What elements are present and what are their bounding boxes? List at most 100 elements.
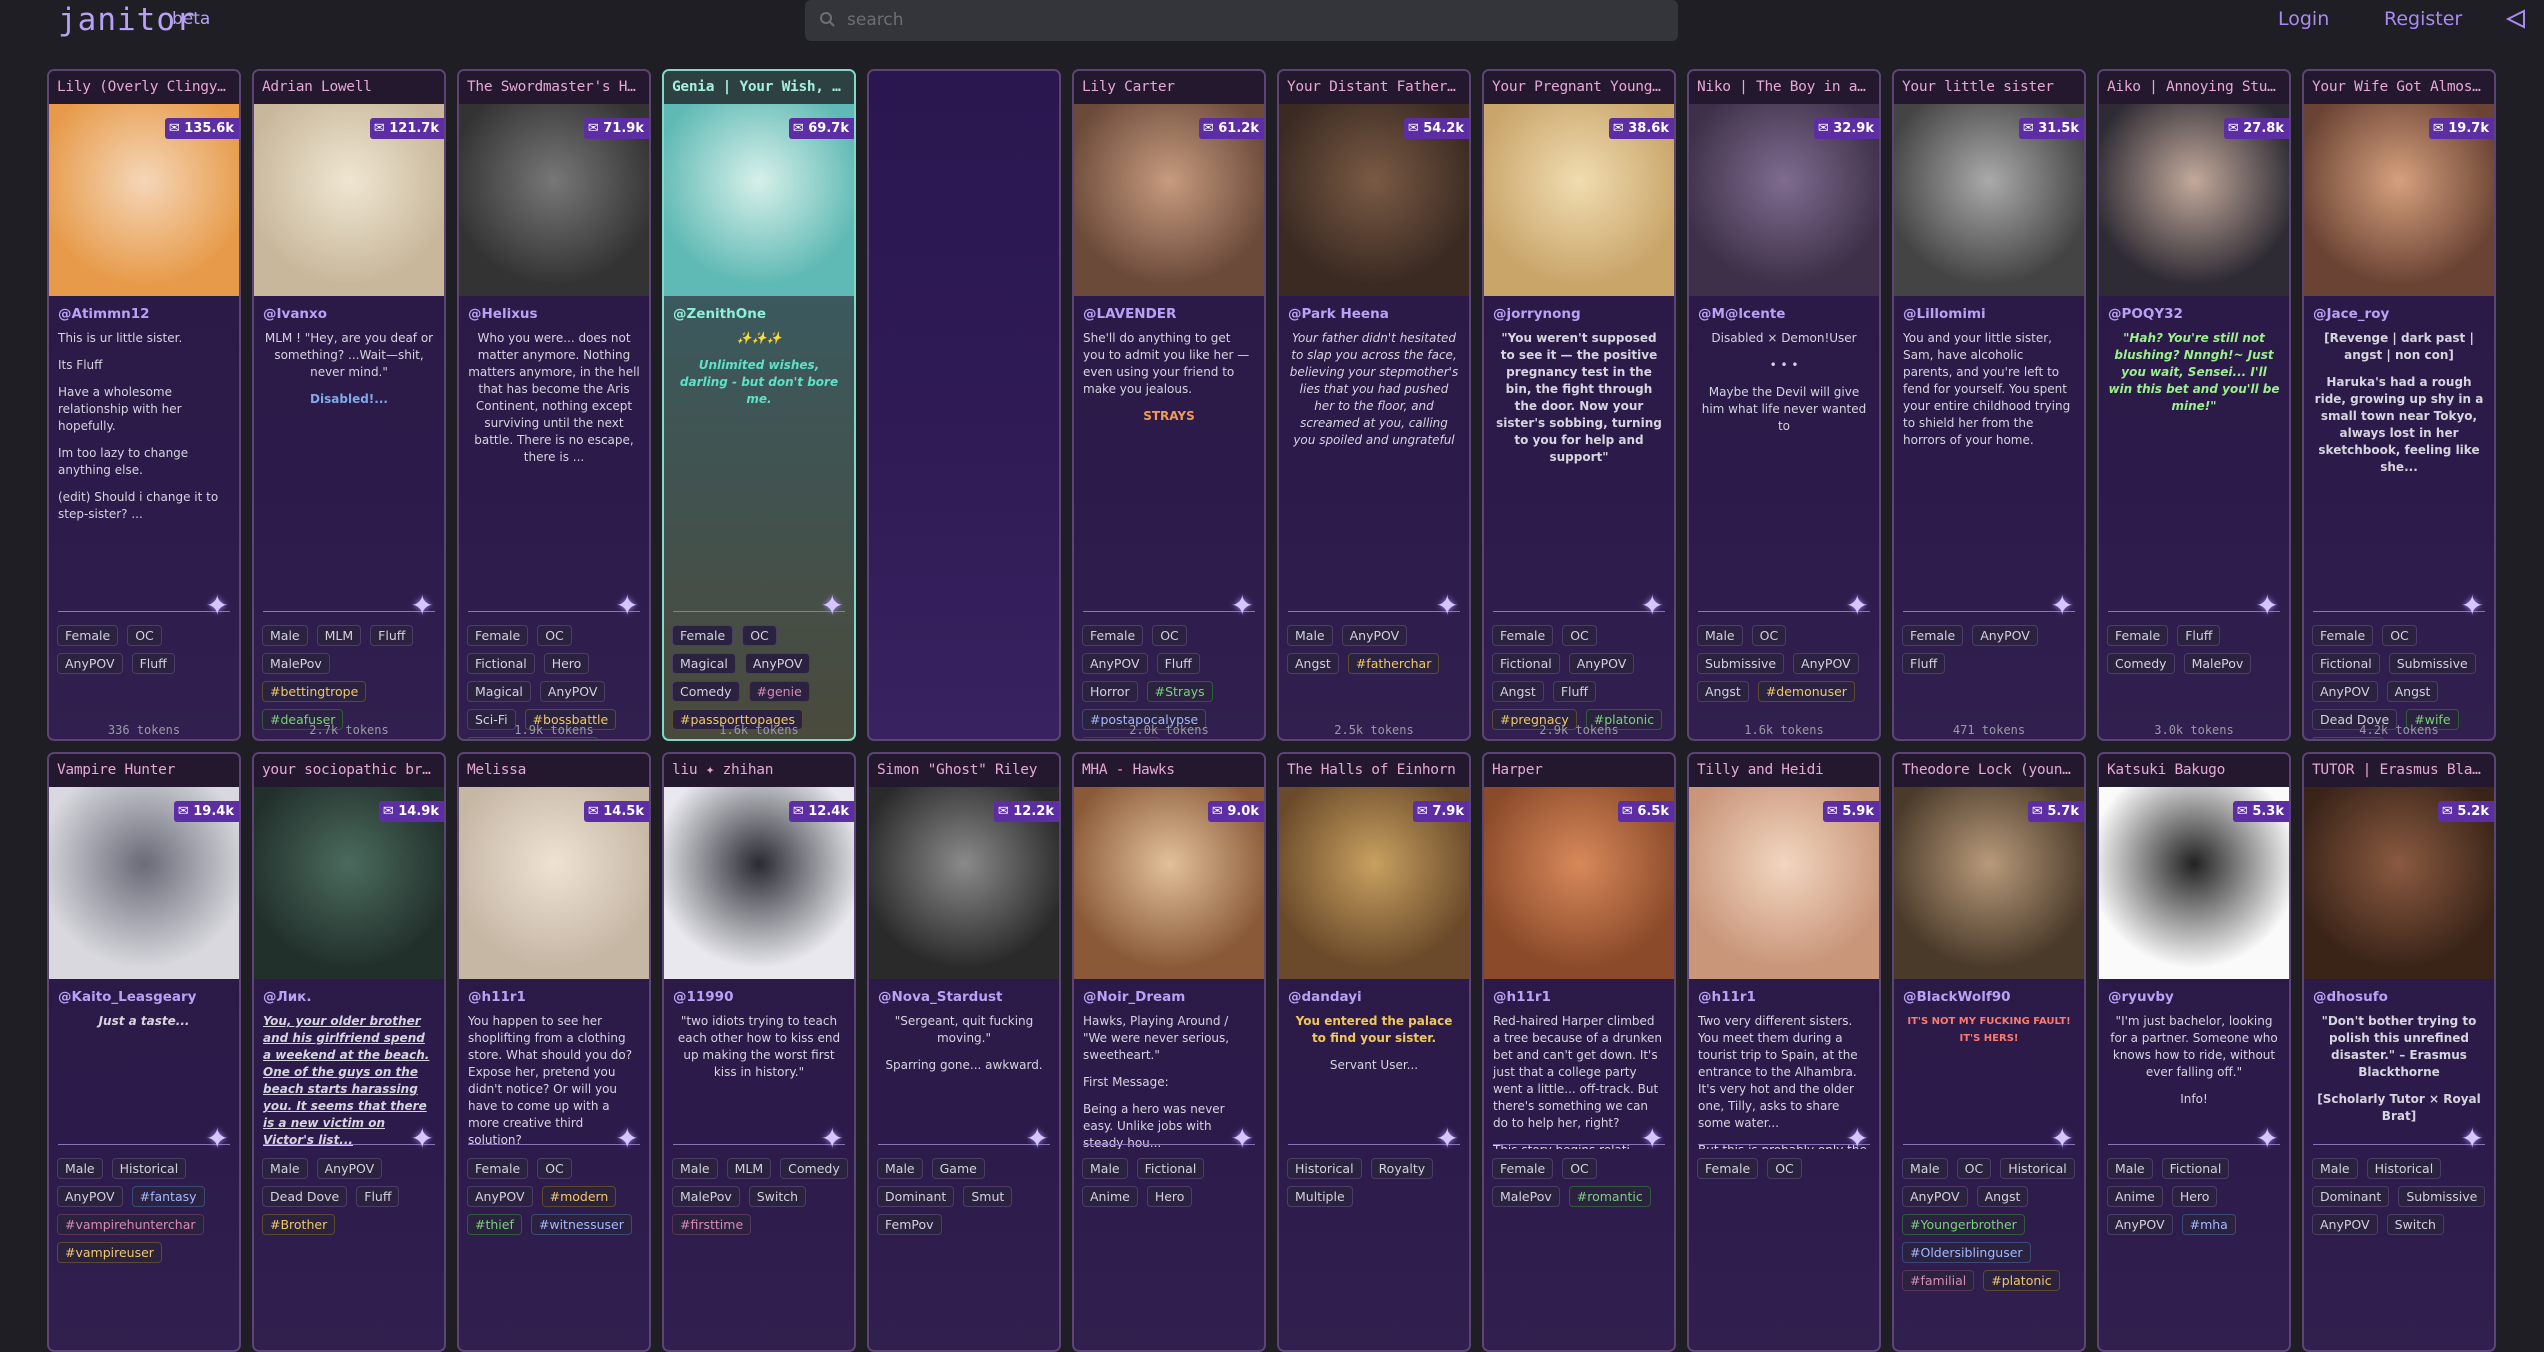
tag[interactable]: Female [1082,625,1144,646]
character-avatar[interactable]: ✉ 5.3k [2099,787,2289,979]
author-link[interactable]: @dandayi [1279,979,1469,1009]
tag[interactable]: OC [537,1158,572,1179]
tag[interactable]: #romantic [1568,1186,1651,1207]
tag[interactable]: Comedy [2107,653,2175,674]
tag[interactable]: Male [1902,1158,1948,1179]
author-link[interactable]: @Ivanxo [254,296,444,326]
tag[interactable]: FemPov [877,1214,942,1235]
character-avatar[interactable]: ✉ 7.9k [1279,787,1469,979]
tag[interactable]: OC [127,625,162,646]
tag[interactable]: #vampirehunterchar [57,1214,204,1235]
tag[interactable]: OC [1767,1158,1802,1179]
tag[interactable]: Anime [2107,1186,2163,1207]
tag[interactable]: Historical [111,1158,187,1179]
author-link[interactable]: @Helixus [459,296,649,326]
author-link[interactable]: @11990 [664,979,854,1009]
tag[interactable]: #romcom [1082,737,1160,739]
tag[interactable]: Dominant [877,1186,955,1207]
author-link[interactable]: @jorrynong [1484,296,1674,326]
register-link[interactable]: Register [2384,8,2462,30]
tag[interactable]: Submissive [2388,653,2476,674]
tag[interactable]: AnyPOV [1972,625,2038,646]
tag[interactable]: OC [537,625,572,646]
tag[interactable]: Fictional [1492,653,1560,674]
character-card[interactable]: Lily Carter ✉ 61.2k @LAVENDER She'll do any… [1072,69,1266,741]
tag[interactable]: Submissive [2398,1186,2486,1207]
character-card[interactable]: Simon "Ghost" Riley ✉ 12.2k @Nova_Stardust… [867,752,1061,1352]
author-link[interactable]: @Jace_roy [2304,296,2494,326]
author-link[interactable]: @Park Heena [1279,296,1469,326]
tag[interactable]: #noncon [2312,737,2385,739]
tag[interactable]: Hero [543,653,590,674]
character-avatar[interactable]: ✉ 14.9k [254,787,444,979]
tag[interactable]: OC [1562,1158,1597,1179]
tag[interactable]: Male [1697,625,1743,646]
tag[interactable]: OC [1562,625,1597,646]
tag[interactable]: AnyPOV [539,681,606,702]
character-avatar[interactable]: ✉ 5.2k [2304,787,2494,979]
tag[interactable]: Angst [1976,1186,2029,1207]
tag[interactable]: MalePov [262,653,330,674]
character-card[interactable]: liu ✦ zhihan ✉ 12.4k @11990 "two idiots try… [662,752,856,1352]
character-avatar[interactable]: ✉ 19.4k [49,787,239,979]
tag[interactable]: OC [2382,625,2417,646]
tag[interactable]: #modern [541,1186,617,1207]
tag[interactable]: Comedy [672,681,740,702]
character-avatar[interactable]: ✉ 19.7k [2304,104,2494,296]
tag[interactable]: MLM [316,625,362,646]
tag[interactable]: AnyPOV [316,1158,383,1179]
author-link[interactable]: @ZenithOne [664,296,854,326]
tag[interactable]: Angst [1287,653,1339,674]
tag[interactable]: #Youngerbrother [1902,1214,2025,1235]
character-avatar[interactable]: ✉ 9.0k [1074,787,1264,979]
character-card[interactable]: Your Wife Got Almost ... ✉ 19.7k @Jace_roy… [2302,69,2496,741]
tag[interactable]: AnyPOV [467,1186,533,1207]
tag[interactable]: #legendarymages [467,737,599,739]
character-avatar[interactable]: ✉ 71.9k [459,104,649,296]
tag[interactable]: Submissive [1697,653,1785,674]
character-avatar[interactable]: ✉ 5.9k [1689,787,1879,979]
tag[interactable]: #fatherchar [1347,653,1440,674]
tag[interactable]: Female [57,625,119,646]
character-card[interactable]: Adrian Lowell ✉ 121.7k @Ivanxo MLM ! "Hey, … [252,69,446,741]
tag[interactable]: MalePov [672,1186,740,1207]
tag[interactable]: AnyPOV [1341,625,1408,646]
tag[interactable]: Angst [1492,681,1544,702]
tag[interactable]: #Strays [1146,681,1213,702]
tag[interactable]: AnyPOV [1902,1186,1968,1207]
character-card[interactable]: Aiko | Annoying Student ✉ 27.8k @POQY32 "Ha… [2097,69,2291,741]
character-card[interactable]: Harper ✉ 6.5k @h11r1 Red-haired Harper clim… [1482,752,1676,1352]
character-avatar[interactable]: ✉ 12.2k [869,787,1059,979]
author-link[interactable]: @h11r1 [1484,979,1674,1009]
tag[interactable]: Anime [1082,1186,1138,1207]
tag[interactable]: Female [1492,1158,1554,1179]
author-link[interactable]: @Kaito_Leasgeary [49,979,239,1009]
tag[interactable]: Dominant [2312,1186,2390,1207]
character-card[interactable]: Your Distant Father ❀ ... ✉ 54.2k @Park He… [1277,69,1471,741]
tag[interactable]: Fictional [467,653,535,674]
tag[interactable]: Fluff [1156,653,1200,674]
search-bar[interactable] [805,0,1678,41]
tag[interactable]: #thief [467,1214,522,1235]
character-avatar[interactable]: ✉ 54.2k [1279,104,1469,296]
tag[interactable]: AnyPOV [2312,1214,2378,1235]
tag[interactable]: #mha [2181,1214,2236,1235]
author-link[interactable]: @Nova_Stardust [869,979,1059,1009]
character-card[interactable]: MHA - Hawks ✉ 9.0k @Noir_Dream Hawks, Playi… [1072,752,1266,1352]
tag[interactable]: Fluff [131,653,175,674]
tag[interactable]: Male [262,625,308,646]
tag[interactable]: Male [1082,1158,1128,1179]
character-card[interactable]: Your little sister ✉ 31.5k @Lillomimi You a… [1892,69,2086,741]
tag[interactable]: Hero [1146,1186,1193,1207]
tag[interactable]: Female [1492,625,1554,646]
tag[interactable]: Male [1287,625,1333,646]
tag[interactable]: Smut [963,1186,1013,1207]
tag[interactable]: Fluff [356,1186,400,1207]
character-card[interactable]: TUTOR | Erasmus Blac... ✉ 5.2k @dhosufo "Do… [2302,752,2496,1352]
character-card[interactable]: Melissa ✉ 14.5k @h11r1 You happen to see he… [457,752,651,1352]
character-avatar[interactable]: ✉ 61.2k [1074,104,1264,296]
tag[interactable]: Magical [672,653,736,674]
character-avatar[interactable]: ✉ 27.8k [2099,104,2289,296]
author-link[interactable]: @dhosufo [2304,979,2494,1009]
tag[interactable]: Hero [2171,1186,2218,1207]
